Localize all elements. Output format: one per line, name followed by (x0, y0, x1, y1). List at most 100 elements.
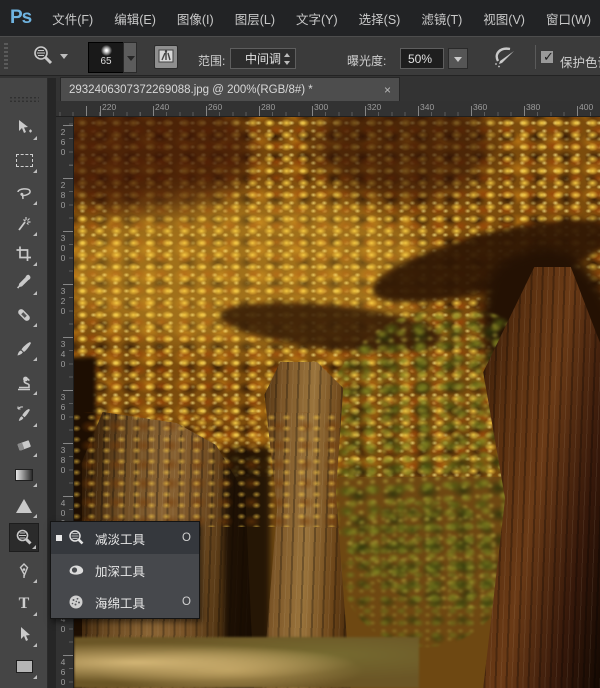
range-select[interactable]: 中间调 (230, 48, 296, 69)
ruler-tick: 260 (208, 102, 222, 112)
flyout-item-sponge[interactable]: 海绵工具 O (51, 586, 199, 618)
history-brush-tool[interactable] (9, 400, 39, 429)
brush-picker-dropdown[interactable] (123, 42, 137, 73)
menu-file[interactable]: 文件(F) (52, 9, 93, 28)
magic-wand-tool[interactable] (9, 209, 39, 238)
tools-panel: T (0, 78, 48, 688)
menu-select[interactable]: 选择(S) (359, 9, 401, 28)
ruler-tick: 300 (58, 233, 67, 263)
ruler-tick: 400 (579, 102, 593, 112)
menu-view[interactable]: 视图(V) (483, 9, 525, 28)
ruler-tick: 340 (58, 339, 67, 369)
tools-panel-grip[interactable] (9, 96, 39, 103)
flyout-item-dodge[interactable]: 减淡工具 O (51, 522, 199, 554)
blur-tool[interactable] (9, 491, 39, 520)
dodge-tool-flyout-menu: 减淡工具 O 加深工具 海绵工具 O (50, 521, 200, 619)
options-bar-grip[interactable] (4, 43, 8, 69)
chevron-down-icon (127, 56, 135, 61)
ruler-tick: 340 (420, 102, 434, 112)
tool-preset-caret-icon[interactable] (60, 54, 68, 59)
toggle-brush-panel-button[interactable] (154, 45, 178, 69)
green-foliage-lower (342, 497, 507, 647)
ruler-tick: 280 (58, 180, 67, 210)
chevron-down-icon (454, 57, 462, 62)
horizontal-ruler[interactable]: 220 240 260 280 300 320 340 360 380 400 (56, 101, 600, 117)
ruler-tick: 280 (261, 102, 275, 112)
ruler-tick: 320 (58, 286, 67, 316)
sponge-icon (67, 593, 87, 611)
dodge-tool-selected[interactable] (9, 523, 39, 552)
document-tab[interactable]: 2932406307372269088.jpg @ 200%(RGB/8#) *… (60, 77, 400, 101)
type-tool[interactable]: T (9, 589, 39, 618)
rectangle-icon (16, 660, 33, 673)
lasso-tool[interactable] (9, 178, 39, 207)
shape-tool[interactable] (9, 652, 39, 681)
ground-layer (74, 637, 419, 688)
brush-tip-icon (101, 45, 112, 56)
menu-type[interactable]: 文字(Y) (296, 9, 338, 28)
flyout-shortcut: O (182, 532, 191, 544)
ruler-tick: 360 (58, 392, 67, 422)
flyout-label: 减淡工具 (95, 529, 178, 548)
selected-marker-icon (56, 535, 62, 541)
ruler-tick: 380 (526, 102, 540, 112)
rectangular-marquee-tool[interactable] (9, 146, 39, 175)
healing-brush-tool[interactable] (9, 300, 39, 329)
ruler-tick: 460 (58, 657, 67, 687)
gradient-icon (15, 469, 33, 481)
foliage-fringe (74, 412, 339, 527)
dodge-icon (67, 529, 87, 547)
ruler-tick: 300 (314, 102, 328, 112)
type-icon: T (19, 595, 30, 613)
menu-window[interactable]: 窗口(W) (546, 9, 591, 28)
document-tab-bar: » 2932406307372269088.jpg @ 200%(RGB/8#)… (0, 76, 600, 101)
menu-image[interactable]: 图像(I) (177, 9, 214, 28)
divider (535, 45, 536, 69)
flyout-item-burn[interactable]: 加深工具 (51, 554, 199, 586)
exposure-value: 50% (408, 52, 432, 66)
airbrush-toggle-button[interactable] (492, 45, 518, 69)
exposure-input[interactable]: 50% (400, 48, 444, 69)
move-tool[interactable] (9, 113, 39, 142)
protect-tones-checkbox[interactable]: ✓ (540, 50, 554, 64)
range-label: 范围: (198, 52, 225, 69)
menu-bar: Ps 文件(F) 编辑(E) 图像(I) 图层(L) 文字(Y) 选择(S) 滤… (0, 0, 600, 36)
exposure-dropdown-button[interactable] (448, 48, 468, 69)
ruler-tick: 220 (102, 102, 116, 112)
checkmark-icon: ✓ (543, 50, 554, 64)
pen-tool[interactable] (9, 556, 39, 585)
updown-arrows-icon (284, 53, 291, 65)
eyedropper-tool[interactable] (9, 268, 39, 297)
ruler-tick: 360 (473, 102, 487, 112)
close-icon[interactable]: × (384, 83, 391, 97)
flyout-label: 海绵工具 (95, 593, 178, 612)
options-bar: 65 范围: 中间调 曝光度: 50% (0, 36, 600, 76)
ruler-tick: 260 (58, 127, 67, 157)
eraser-tool[interactable] (9, 430, 39, 459)
document-title: 2932406307372269088.jpg @ 200%(RGB/8#) * (69, 84, 378, 96)
protect-tones-label: 保护色调 (560, 52, 600, 71)
gradient-tool[interactable] (9, 460, 39, 489)
marquee-icon (16, 154, 33, 167)
dodge-tool-icon[interactable] (28, 44, 58, 68)
crop-tool[interactable] (9, 239, 39, 268)
burn-icon (67, 561, 87, 579)
ruler-tick: 380 (58, 445, 67, 475)
photoshop-logo: Ps (10, 7, 31, 29)
ruler-tick: 320 (367, 102, 381, 112)
brush-tool[interactable] (9, 334, 39, 363)
clone-stamp-tool[interactable] (9, 368, 39, 397)
brush-size: 65 (89, 56, 123, 67)
flyout-label: 加深工具 (95, 561, 187, 580)
brush-preview[interactable]: 65 (88, 42, 124, 73)
flyout-shortcut: O (182, 596, 191, 608)
exposure-label: 曝光度: (347, 52, 386, 69)
path-selection-tool[interactable] (9, 620, 39, 649)
range-value: 中间调 (245, 52, 281, 66)
menu-filter[interactable]: 滤镜(T) (421, 9, 462, 28)
menu-layer[interactable]: 图层(L) (235, 9, 275, 28)
ruler-tick: 240 (155, 102, 169, 112)
droplet-icon (16, 499, 32, 513)
menu-edit[interactable]: 编辑(E) (114, 9, 156, 28)
photoshop-window: Ps 文件(F) 编辑(E) 图像(I) 图层(L) 文字(Y) 选择(S) 滤… (0, 0, 600, 688)
